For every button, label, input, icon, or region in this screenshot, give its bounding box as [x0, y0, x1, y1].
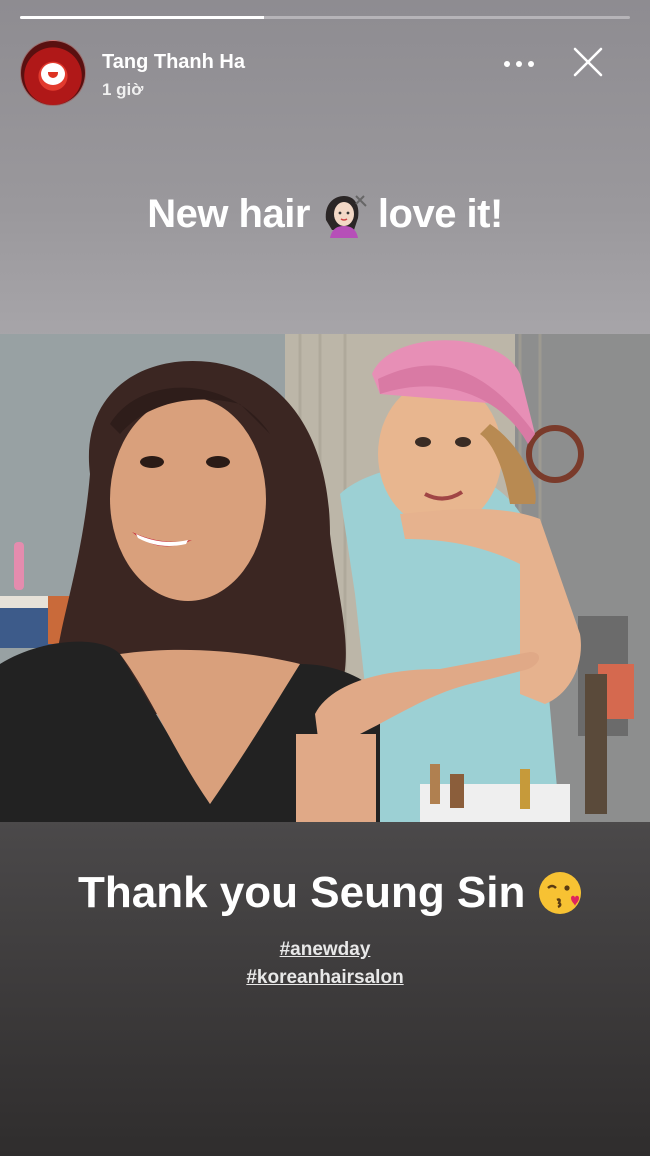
username[interactable]: Tang Thanh Ha: [102, 51, 245, 74]
story-caption-top: New hair love it!: [0, 190, 650, 238]
avatar[interactable]: [20, 40, 86, 106]
avatar-mascot-icon: [41, 63, 65, 85]
caption-top-after: love it!: [377, 191, 503, 236]
selfie-photo-illustration: [0, 334, 650, 822]
woman-getting-haircut-emoji-icon: [320, 190, 368, 238]
more-dot-icon: [528, 61, 534, 67]
story-header: Tang Thanh Ha 1 giờ: [20, 40, 630, 106]
face-blowing-kiss-emoji-icon: [539, 872, 582, 914]
more-dot-icon: [504, 61, 510, 67]
story-progress-bar: [20, 16, 630, 19]
post-time: 1 giờ: [102, 80, 144, 99]
more-options-button[interactable]: [504, 52, 534, 76]
close-icon: [573, 47, 603, 77]
caption-bottom-text: Thank you Seung Sin: [78, 868, 526, 917]
caption-top-before: New hair: [147, 191, 310, 236]
close-button[interactable]: [572, 46, 604, 78]
hashtag-link[interactable]: #anewday: [0, 939, 650, 961]
story-caption-bottom: Thank you Seung Sin: [78, 868, 618, 918]
hashtag-link[interactable]: #koreanhairsalon: [0, 967, 650, 989]
more-dot-icon: [516, 61, 522, 67]
story-progress-fill: [20, 16, 264, 19]
story-photo[interactable]: [0, 334, 650, 822]
